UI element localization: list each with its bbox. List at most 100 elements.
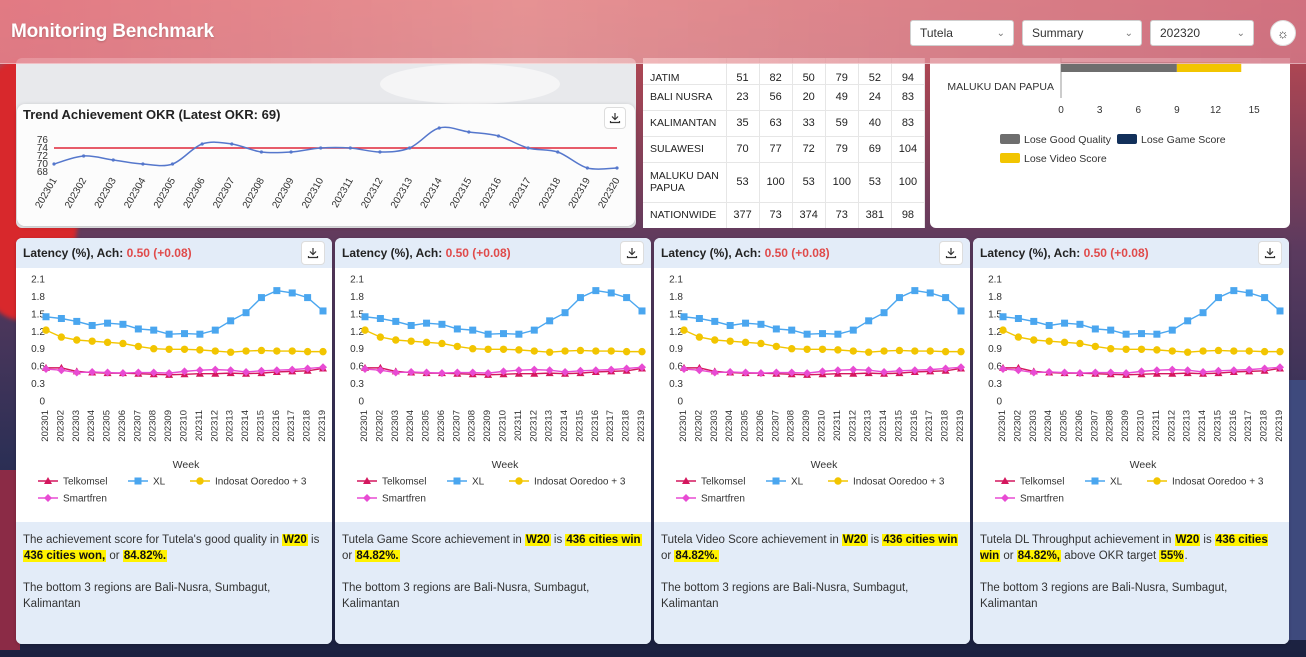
region-value-cell: 49	[825, 84, 859, 111]
latency-point	[469, 326, 477, 334]
theme-toggle-button[interactable]: ☼	[1270, 20, 1296, 46]
latency-x-tick: 202304	[405, 410, 416, 442]
latency-card: Latency (%), Ach: 0.50 (+0.08) 0 0.3 0.6 0.9…	[16, 238, 332, 644]
summary-segment: .	[1184, 550, 1188, 562]
period-select[interactable]: 202320 ⌄	[1150, 20, 1254, 46]
latency-point	[211, 326, 219, 334]
latency-legend-marker	[1001, 494, 1009, 502]
latency-x-tick: 202319	[317, 410, 328, 442]
latency-x-tick: 202305	[421, 410, 432, 442]
latency-legend-label: XL	[1110, 477, 1123, 488]
latency-x-tick: 202308	[148, 410, 159, 442]
latency-point	[1276, 307, 1284, 315]
chevron-down-icon: ⌄	[1236, 27, 1245, 39]
latency-x-tick: 202312	[847, 410, 858, 442]
lose-x-tick: 3	[1097, 105, 1103, 116]
latency-legend-label: Smartfren	[382, 494, 426, 505]
latency-point	[499, 345, 508, 353]
trend-point	[378, 150, 382, 154]
latency-point	[911, 287, 919, 295]
region-value-cell: 104	[891, 136, 925, 163]
latency-x-tick: 202311	[1151, 410, 1162, 441]
latency-point	[1184, 317, 1192, 325]
lose-x-tick: 9	[1174, 105, 1180, 116]
latency-point	[742, 319, 750, 327]
trend-x-tick: 202319	[567, 176, 593, 211]
latency-x-tick: 202303	[1028, 410, 1039, 442]
latency-point	[957, 347, 965, 356]
chevron-down-icon: ⌄	[1124, 27, 1133, 39]
latency-y-tick: 2.1	[350, 275, 364, 286]
latency-point	[545, 348, 554, 356]
summary-segment: is	[550, 534, 566, 546]
trend-point	[230, 142, 234, 146]
latency-download-button[interactable]	[301, 241, 325, 265]
trend-y-tick: 76	[37, 135, 49, 146]
latency-y-tick: 1.8	[669, 292, 683, 303]
trend-x-tick: 202315	[448, 176, 474, 211]
latency-legend-marker	[44, 494, 52, 502]
latency-download-button[interactable]	[939, 241, 963, 265]
operator-select[interactable]: Tutela ⌄	[910, 20, 1014, 46]
summary-segment: is	[307, 534, 320, 546]
latency-title-label: Latency (%), Ach:	[661, 246, 765, 260]
latency-point	[453, 325, 461, 333]
region-value-cell: 24	[858, 84, 892, 111]
latency-point	[1076, 320, 1084, 328]
latency-point	[165, 345, 173, 353]
app-header: Monitoring Benchmark Tutela ⌄ Summary ⌄ …	[0, 0, 1306, 64]
app-title: Monitoring Benchmark	[11, 20, 214, 42]
region-value-cell: 53	[792, 162, 826, 203]
latency-point	[561, 309, 569, 317]
latency-card-header: Latency (%), Ach: 0.50 (+0.08)	[654, 238, 970, 268]
latency-x-tick: 202315	[1212, 410, 1223, 442]
latency-line-chart: 00.30.60.91.21.51.82.1202301 202302 202303…	[350, 275, 647, 505]
latency-x-tick: 202304	[1043, 410, 1054, 442]
trend-x-tick: 202310	[300, 176, 326, 211]
region-value-cell: 100	[825, 162, 859, 203]
latency-point	[576, 294, 584, 302]
region-value-cell: 53	[726, 162, 760, 203]
region-value-cell: 23	[726, 84, 760, 111]
latency-point	[941, 347, 950, 356]
latency-point	[273, 287, 281, 295]
latency-point	[530, 326, 538, 334]
latency-legend-label: Smartfren	[701, 494, 745, 505]
lose-x-tick: 12	[1210, 105, 1222, 116]
latency-point	[957, 307, 965, 315]
latency-download-button[interactable]	[620, 241, 644, 265]
latency-title-label: Latency (%), Ach:	[342, 246, 446, 260]
summary-segment: Tutela DL Throughput achievement in	[980, 534, 1175, 546]
region-name-cell: MALUKU DAN PAPUA	[643, 162, 727, 203]
latency-legend-marker	[834, 477, 842, 485]
latency-point	[711, 336, 719, 344]
latency-point	[695, 333, 704, 341]
latency-point	[72, 368, 81, 377]
region-value-cell: 374	[792, 202, 826, 228]
trend-point	[111, 158, 115, 162]
latency-x-tick: 202316	[1228, 410, 1239, 442]
region-value-cell: 77	[759, 136, 793, 163]
latency-x-tick: 202313	[544, 410, 555, 442]
view-select[interactable]: Summary ⌄	[1022, 20, 1142, 46]
latency-download-button[interactable]	[1258, 241, 1282, 265]
latency-x-tick: 202310	[817, 410, 828, 442]
latency-point	[134, 342, 143, 351]
latency-x-tick: 202301	[997, 410, 1008, 442]
latency-y-tick: 0.3	[350, 379, 364, 390]
trend-point	[496, 134, 501, 138]
latency-series-xl	[364, 289, 643, 335]
latency-y-tick: 2.1	[988, 275, 1002, 286]
latency-legend-label: Telkomsel	[382, 477, 426, 488]
latency-x-tick: 202302	[1012, 410, 1023, 442]
latency-card-title: Latency (%), Ach: 0.50 (+0.08)	[342, 246, 511, 260]
latency-x-tick: 202311	[194, 410, 205, 441]
summary-segment: is	[867, 534, 883, 546]
latency-point	[864, 348, 873, 356]
latency-point	[999, 313, 1007, 321]
latency-x-tick: 202313	[225, 410, 236, 442]
latency-legend-label: Indosat Ooredoo + 3	[534, 477, 626, 488]
trend-x-tick: 202318	[537, 176, 563, 211]
latency-x-tick: 202315	[255, 410, 266, 442]
latency-point	[303, 347, 312, 356]
